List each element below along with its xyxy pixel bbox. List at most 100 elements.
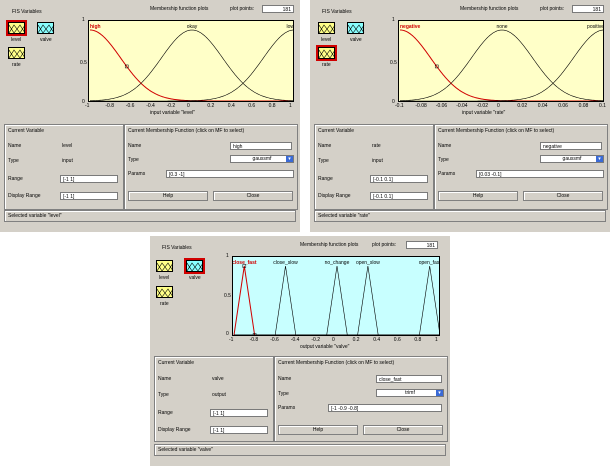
- mf-plot[interactable]: close_fast close_slow no_change open_slow op…: [232, 256, 440, 336]
- x-axis-label: input variable "rate": [462, 110, 506, 116]
- help-button[interactable]: Help: [278, 425, 358, 435]
- mf-label-no-change: no_change: [325, 260, 350, 266]
- params-label: Params: [128, 171, 146, 177]
- params-input[interactable]: [-1 -0.9 -0.8]: [328, 404, 442, 412]
- mf-label-low: low: [286, 24, 294, 30]
- var-label-level: level: [11, 37, 22, 43]
- x-tick-label: -0.6: [270, 337, 279, 343]
- range-label: Range: [158, 410, 173, 416]
- x-tick-label: 0.08: [578, 103, 589, 109]
- plot-points-input[interactable]: 181: [262, 5, 294, 13]
- mf-name-input[interactable]: close_fast: [376, 375, 442, 383]
- x-tick-label: 1: [435, 337, 438, 343]
- mf-plot[interactable]: negative none positive: [398, 20, 604, 102]
- x-tick-label: -0.2: [166, 103, 176, 109]
- var-icon-valve[interactable]: [184, 258, 205, 274]
- x-tick-label: -0.4: [146, 103, 155, 109]
- plot-background: [399, 21, 603, 101]
- var-icon-level[interactable]: [318, 22, 336, 34]
- mf-icon: [319, 49, 336, 59]
- plot-points-label: plot points:: [230, 6, 255, 12]
- close-button[interactable]: Close: [213, 191, 293, 201]
- x-tick-label: 0: [187, 103, 190, 109]
- range-label: Range: [318, 176, 333, 182]
- status-bar: Selected variable "level": [4, 210, 296, 222]
- var-icon-level[interactable]: [156, 260, 174, 272]
- current-mf-title: Current Membership Function (click on MF…: [438, 128, 555, 134]
- x-tick-label: -1: [85, 103, 90, 109]
- x-tick-label: -0.2: [311, 337, 321, 343]
- cv-name-value: rate: [372, 143, 381, 149]
- cv-type-value: input: [372, 158, 383, 164]
- x-tick-label: 0.6: [248, 103, 256, 109]
- mf-icon: [38, 24, 55, 34]
- name-label: Name: [318, 143, 332, 149]
- help-button[interactable]: Help: [438, 191, 518, 201]
- plot-points-input[interactable]: 181: [572, 5, 604, 13]
- x-tick-label: -0.8: [105, 103, 115, 109]
- mf-type-select[interactable]: gaussmf ▾: [230, 155, 294, 163]
- var-label-valve: valve: [189, 275, 201, 281]
- var-icon-rate[interactable]: [316, 45, 337, 61]
- x-tick-label: 0.2: [207, 103, 215, 109]
- x-tick-label: 1: [289, 103, 292, 109]
- x-tick-label: 0: [332, 337, 335, 343]
- var-label-rate: rate: [160, 301, 169, 307]
- fis-variables-label: FIS Variables: [162, 245, 192, 251]
- var-icon-rate[interactable]: [8, 47, 26, 59]
- cv-type-value: output: [212, 392, 226, 398]
- name-label: Name: [8, 143, 22, 149]
- x-tick-label: 0.8: [268, 103, 276, 109]
- mf-plot[interactable]: high okay low: [88, 20, 294, 102]
- x-tick-labels: -1 -0.8 -0.6 -0.4 -0.2 0 0.2 0.4 0.6 0.8 1: [85, 103, 294, 109]
- ytick-1: 1: [82, 17, 85, 23]
- mf-plots-label: Membership function plots: [460, 6, 519, 12]
- mf-type-label: Type: [278, 391, 289, 397]
- mf-name-label: Name: [438, 143, 452, 149]
- type-label: Type: [158, 392, 169, 398]
- display-range-input[interactable]: [-1 1]: [60, 192, 118, 200]
- mf-type-select[interactable]: trimf ▾: [376, 389, 444, 397]
- close-button[interactable]: Close: [363, 425, 443, 435]
- type-label: Type: [318, 158, 329, 164]
- cv-name-value: valve: [212, 376, 224, 382]
- mf-editor-level: FIS Variables Membership function plots …: [0, 0, 300, 232]
- range-input[interactable]: [-1 1]: [210, 409, 268, 417]
- display-range-input[interactable]: [-1 1]: [210, 426, 268, 434]
- x-axis-label: input variable "level": [150, 110, 195, 116]
- range-input[interactable]: [-1 1]: [60, 175, 118, 183]
- x-tick-label: 0.04: [537, 103, 548, 109]
- range-input[interactable]: [-0.1 0.1]: [370, 175, 428, 183]
- var-icon-valve[interactable]: [347, 22, 365, 34]
- mf-label-close-slow: close_slow: [273, 260, 298, 266]
- mf-icon: [319, 24, 336, 34]
- mf-icon: [348, 24, 365, 34]
- x-tick-label: 0: [497, 103, 500, 109]
- x-tick-label: 0.06: [558, 103, 568, 109]
- x-tick-label: 0.4: [227, 103, 235, 109]
- plot-points-input[interactable]: 181: [406, 241, 438, 249]
- mf-label-close-fast: close_fast: [232, 260, 257, 266]
- help-button[interactable]: Help: [128, 191, 208, 201]
- x-tick-label: 0.8: [414, 337, 422, 343]
- var-icon-valve[interactable]: [37, 22, 55, 34]
- plot-points-label: plot points:: [372, 242, 397, 248]
- var-icon-level[interactable]: [6, 20, 27, 36]
- mf-name-input[interactable]: high: [230, 142, 292, 150]
- close-button[interactable]: Close: [523, 191, 603, 201]
- mf-type-select[interactable]: gaussmf ▾: [540, 155, 604, 163]
- display-range-input[interactable]: [-0.1 0.1]: [370, 192, 428, 200]
- var-icon-rate[interactable]: [156, 286, 174, 298]
- mf-name-input[interactable]: negative: [540, 142, 602, 150]
- params-input[interactable]: [0.03 -0.1]: [476, 170, 604, 178]
- x-tick-label: 0.1: [599, 103, 606, 109]
- var-label-rate: rate: [12, 62, 21, 68]
- mf-name-label: Name: [128, 143, 142, 149]
- chevron-down-icon: ▾: [286, 156, 293, 162]
- params-input[interactable]: [0.3 -1]: [166, 170, 294, 178]
- x-tick-labels: -1 -0.8 -0.6 -0.4 -0.2 0 0.2 0.4 0.6 0.8 1: [229, 337, 440, 343]
- name-label: Name: [158, 376, 172, 382]
- mf-editor-rate: FIS Variables Membership function plots …: [310, 0, 610, 232]
- status-bar: Selected variable "valve": [154, 444, 446, 456]
- ytick-1: 1: [392, 17, 395, 23]
